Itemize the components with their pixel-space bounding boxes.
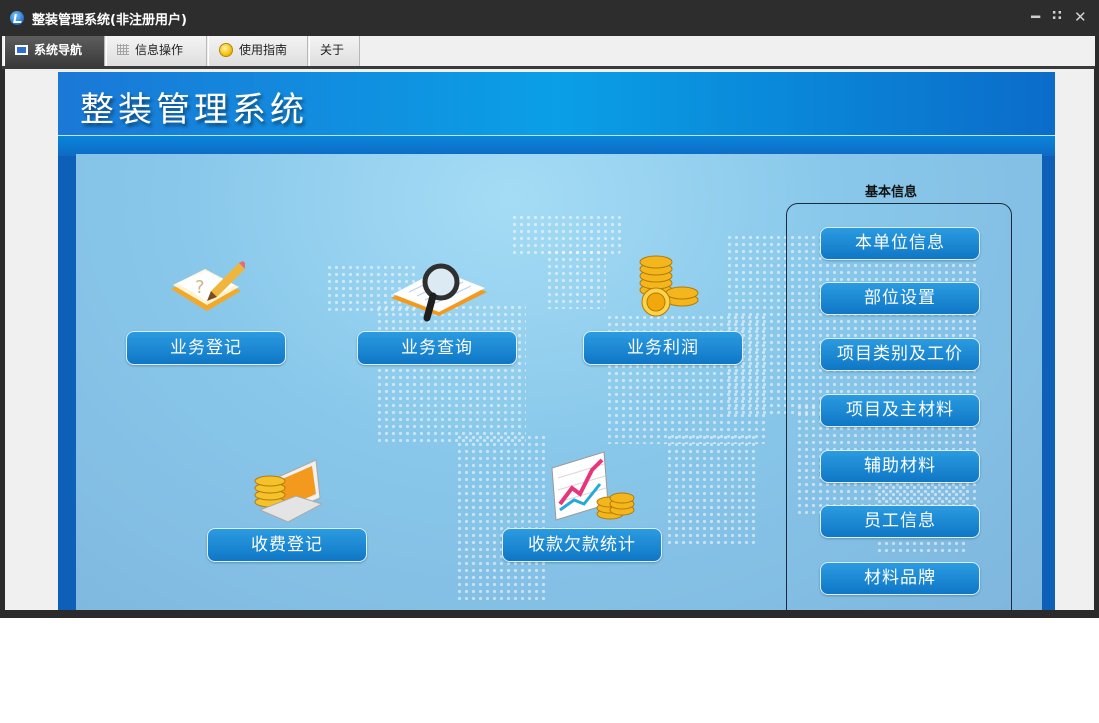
basic-info-title: 基本信息 (865, 185, 918, 200)
tab-label: 使用指南 (239, 43, 288, 57)
header-band (58, 136, 1055, 156)
area-settings-button[interactable]: 部位设置 (820, 282, 980, 315)
coins-laptop-icon (254, 459, 322, 522)
map-dots (666, 434, 756, 544)
tab-label: 系统导航 (34, 43, 83, 57)
title-bar[interactable]: 整装管理系统(非注册用户) ━ ∷ ✕ (0, 0, 1099, 36)
smiley-icon (219, 42, 233, 57)
tab-label: 关于 (320, 43, 345, 57)
map-dots (376, 304, 526, 444)
system-header: 整装管理系统 (58, 72, 1055, 136)
tab-system-navigation[interactable]: 系统导航 (4, 36, 105, 66)
tab-about[interactable]: 关于 (309, 36, 360, 66)
project-main-material-button[interactable]: 项目及主材料 (820, 394, 980, 427)
tab-user-guide[interactable]: 使用指南 (208, 36, 308, 66)
monitor-icon (15, 44, 28, 55)
map-dots (546, 249, 606, 309)
company-info-button[interactable]: 本单位信息 (820, 227, 980, 260)
app-window: 整装管理系统(非注册用户) ━ ∷ ✕ 系统导航 信息操作 使用指南 关于 整装… (0, 0, 1099, 618)
employee-info-button[interactable]: 员工信息 (820, 505, 980, 538)
tab-label: 信息操作 (135, 43, 184, 57)
close-icon[interactable]: ✕ (1074, 8, 1087, 26)
auxiliary-material-button[interactable]: 辅助材料 (820, 450, 980, 483)
map-dots (511, 214, 621, 254)
magnifier-document-icon (391, 263, 487, 322)
window-title: 整装管理系统(非注册用户) (32, 13, 187, 28)
system-title: 整装管理系统 (80, 90, 308, 130)
project-category-wage-button[interactable]: 项目类别及工价 (820, 338, 980, 371)
payment-arrears-stats-button[interactable]: 收款欠款统计 (502, 528, 662, 562)
restore-icon[interactable]: ∷ (1052, 8, 1062, 24)
material-brand-button[interactable]: 材料品牌 (820, 562, 980, 595)
business-query-button[interactable]: 业务查询 (357, 331, 517, 365)
chart-coins-icon (551, 451, 635, 521)
app-logo-icon (10, 11, 24, 25)
grid-icon (117, 44, 129, 55)
map-dots (456, 434, 546, 604)
svg-text:?: ? (195, 277, 205, 298)
business-profit-button[interactable]: 业务利润 (583, 331, 743, 365)
tab-info-operation[interactable]: 信息操作 (106, 36, 207, 66)
fee-register-button[interactable]: 收费登记 (207, 528, 367, 562)
business-register-button[interactable]: 业务登记 (126, 331, 286, 365)
notebook-pencil-icon: ? (171, 261, 245, 311)
tab-bar: 系统导航 信息操作 使用指南 关于 (2, 36, 1095, 69)
gold-coins-icon (639, 255, 699, 317)
minimize-icon[interactable]: ━ (1031, 8, 1040, 26)
